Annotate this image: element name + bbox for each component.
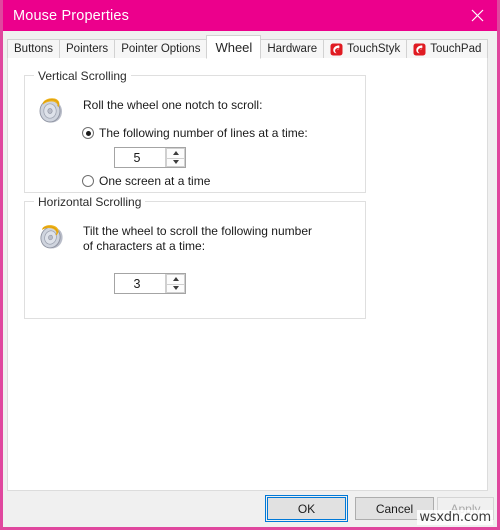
radio-lines-at-a-time[interactable]: The following number of lines at a time: [82,126,308,140]
radio-one-screen-at-a-time[interactable]: One screen at a time [82,174,210,188]
vertical-scrolling-group: Vertical Scrolling Roll the wheel one no… [24,69,366,193]
close-icon[interactable] [455,0,497,31]
radio-indicator [82,175,94,187]
mouse-wheel-vertical-icon [35,93,67,125]
radio-label: The following number of lines at a time: [99,126,308,140]
tab-strip: Buttons Pointers Pointer Options Wheel H… [7,35,489,59]
tab-touchstyk[interactable]: TouchStyk [323,39,408,58]
horizontal-scrolling-prompt-line2: of characters at a time: [83,239,206,253]
window-title: Mouse Properties [13,7,130,24]
window-titlebar: Mouse Properties [3,0,497,31]
radio-indicator [82,127,94,139]
horizontal-scrolling-group: Horizontal Scrolling Tilt the wheel to s… [24,195,366,319]
wheel-tab-panel: Vertical Scrolling Roll the wheel one no… [7,57,488,491]
watermark: wsxdn.com [417,510,493,525]
tab-hardware[interactable]: Hardware [260,39,325,58]
spin-down-arrow-icon[interactable] [166,283,185,293]
spin-up-arrow-icon[interactable] [166,274,185,284]
vertical-scrolling-group-title: Vertical Scrolling [34,69,131,83]
tab-label: Hardware [267,43,318,55]
radio-label: One screen at a time [99,174,211,188]
tab-touchpad[interactable]: TouchPad [406,39,489,58]
tab-pointer-options[interactable]: Pointer Options [114,39,208,58]
mouse-wheel-horizontal-icon [35,219,67,251]
horizontal-characters-spin-buttons [165,274,185,293]
tab-label: TouchStyk [347,43,401,55]
tab-label: Buttons [14,43,53,55]
tab-label: Wheel [215,39,253,55]
tab-buttons[interactable]: Buttons [7,39,60,58]
vertical-lines-spin-buttons [165,148,185,167]
spin-down-arrow-icon[interactable] [166,157,185,167]
horizontal-scrolling-group-title: Horizontal Scrolling [34,195,146,209]
vertical-lines-value[interactable]: 5 [115,148,165,167]
ok-button[interactable]: OK [265,495,348,522]
horizontal-characters-value[interactable]: 3 [115,274,165,293]
ok-button-label: OK [297,501,316,516]
touchpad-logo-icon [413,43,426,56]
tab-wheel[interactable]: Wheel [206,35,262,59]
spin-up-arrow-icon[interactable] [166,148,185,158]
mouse-properties-dialog: Mouse Properties Buttons Pointers Pointe… [0,0,500,530]
touchstyk-logo-icon [330,43,343,56]
horizontal-characters-spinner[interactable]: 3 [114,273,186,294]
horizontal-scrolling-prompt-line1: Tilt the wheel to scroll the following n… [83,224,312,238]
tab-label: TouchPad [430,43,482,55]
tab-label: Pointer Options [121,43,201,55]
vertical-lines-spinner[interactable]: 5 [114,147,186,168]
vertical-scrolling-prompt: Roll the wheel one notch to scroll: [83,98,263,112]
tab-pointers[interactable]: Pointers [59,39,116,58]
tab-label: Pointers [66,43,109,55]
cancel-button-label: Cancel [375,501,414,516]
